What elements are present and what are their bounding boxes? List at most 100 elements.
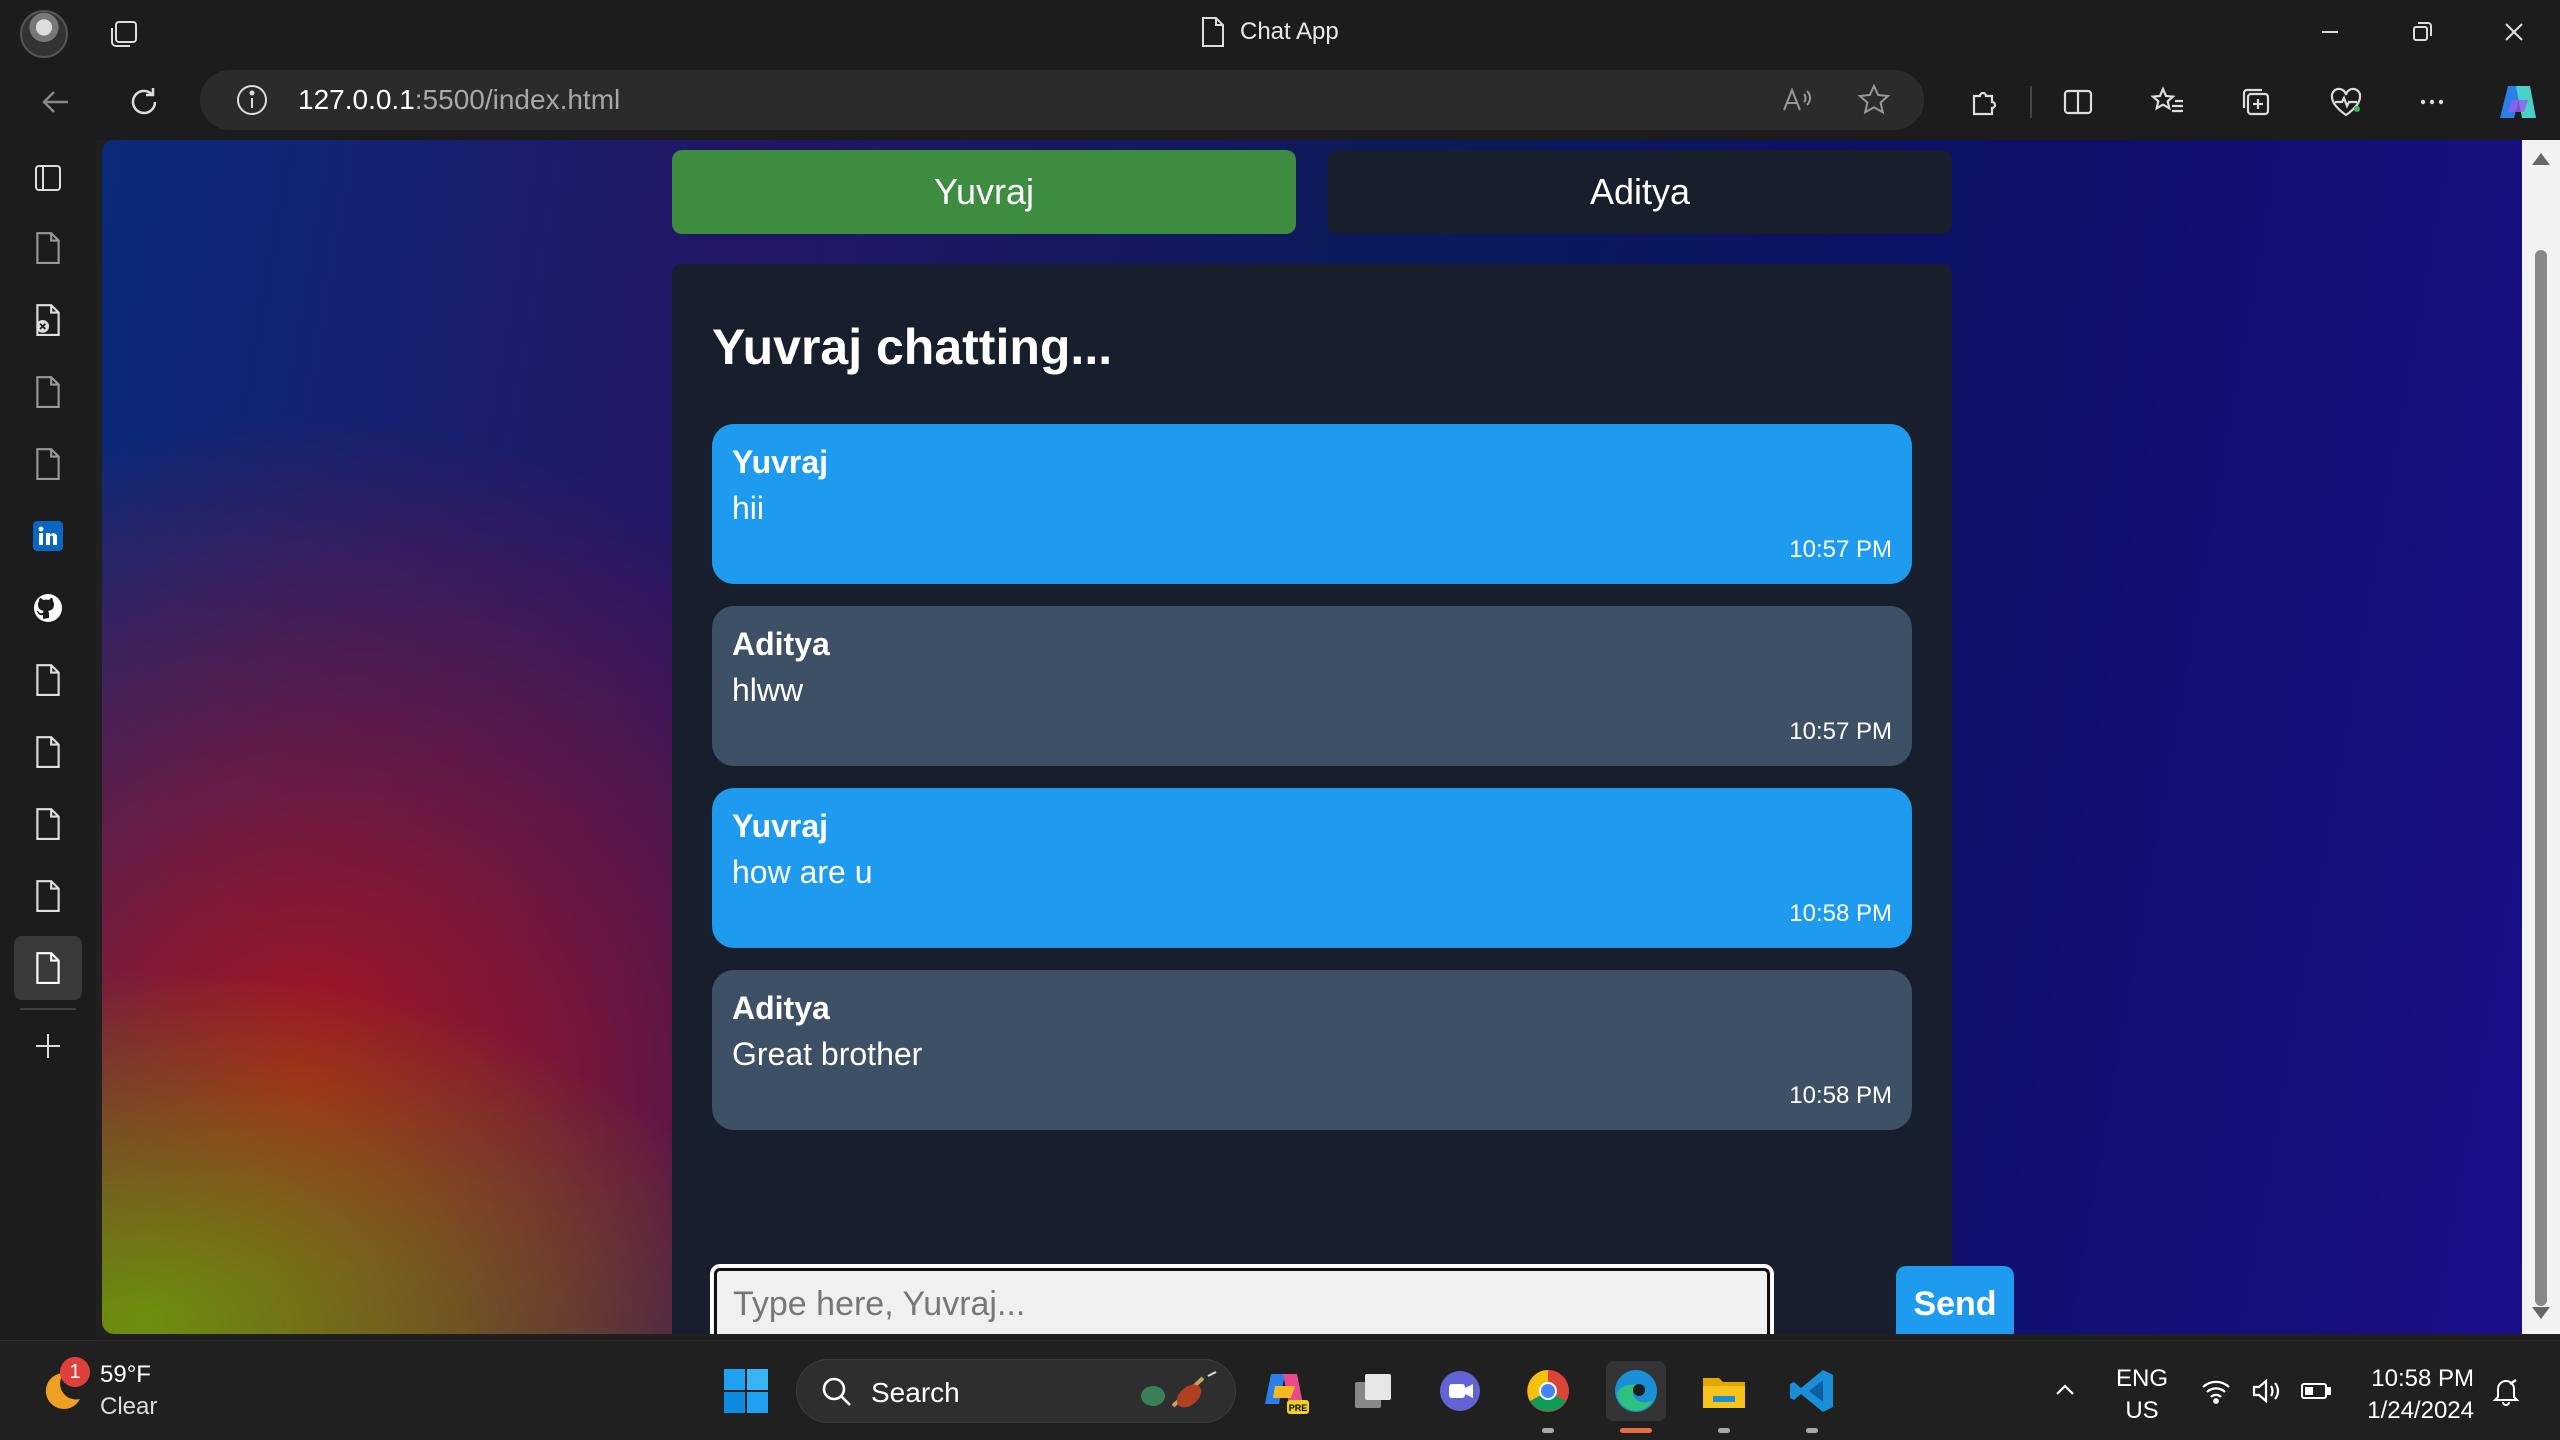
url-text[interactable]: 127.0.0.1:5500/index.html bbox=[298, 84, 620, 116]
collections-icon[interactable] bbox=[2236, 82, 2276, 122]
message-sender: Aditya bbox=[732, 626, 830, 662]
favorite-star-icon[interactable] bbox=[1856, 82, 1892, 118]
close-icon[interactable] bbox=[2494, 12, 2534, 52]
new-tab-plus-icon[interactable] bbox=[26, 1024, 70, 1068]
windows-taskbar: 1 59°F Clear Search PRE ENG US 10:58 PM … bbox=[0, 1340, 2560, 1440]
more-options-icon[interactable] bbox=[2412, 82, 2452, 122]
tab-actions-icon[interactable] bbox=[106, 16, 142, 52]
tab-document-active-icon[interactable] bbox=[14, 936, 82, 1000]
tab-document-close-icon[interactable] bbox=[26, 298, 70, 342]
search-label: Search bbox=[871, 1377, 960, 1408]
windows-logo-icon bbox=[724, 1369, 768, 1413]
clock-time: 10:58 PM bbox=[2371, 1365, 2474, 1392]
tab-document-icon[interactable] bbox=[26, 802, 70, 846]
site-info-icon[interactable] bbox=[234, 82, 270, 118]
taskbar-file-explorer[interactable] bbox=[1694, 1361, 1754, 1433]
taskbar-task-view[interactable] bbox=[1344, 1361, 1404, 1421]
message-time: 10:58 PM bbox=[1789, 900, 1892, 927]
taskbar-chrome[interactable] bbox=[1518, 1361, 1578, 1433]
search-icon bbox=[822, 1377, 851, 1406]
weather-temperature[interactable]: 59°F bbox=[100, 1361, 151, 1389]
copilot-pre-icon: PRE bbox=[1265, 1374, 1309, 1414]
language-code: ENG bbox=[2116, 1365, 2169, 1392]
read-aloud-icon[interactable] bbox=[1778, 82, 1814, 118]
profile-avatar[interactable] bbox=[20, 10, 68, 58]
extensions-icon[interactable] bbox=[1964, 82, 2004, 122]
clock-date: 1/24/2024 bbox=[2367, 1397, 2474, 1424]
message-bubble: Yuvraj hii 10:57 PM bbox=[712, 424, 1912, 584]
user-tab-aditya[interactable]: Aditya bbox=[1328, 150, 1952, 234]
scrollbar-thumb[interactable] bbox=[2535, 250, 2547, 1306]
task-view-icon bbox=[1355, 1374, 1391, 1408]
browser-title-bar: Chat App bbox=[0, 0, 2560, 64]
message-text: hlww bbox=[732, 672, 804, 708]
tab-document-icon[interactable] bbox=[26, 730, 70, 774]
chevron-up-icon[interactable] bbox=[2050, 1375, 2080, 1405]
sidebar-toggle-icon[interactable] bbox=[26, 156, 70, 200]
system-clock[interactable]: 10:58 PM 1/24/2024 bbox=[2350, 1363, 2474, 1427]
refresh-icon[interactable] bbox=[124, 82, 164, 122]
message-bubble: Yuvraj how are u 10:58 PM bbox=[712, 788, 1912, 948]
tab-document-icon[interactable] bbox=[26, 370, 70, 414]
volume-icon[interactable] bbox=[2250, 1375, 2282, 1407]
wifi-icon[interactable] bbox=[2200, 1375, 2232, 1407]
folder-icon bbox=[1703, 1378, 1745, 1408]
page-scrollbar[interactable] bbox=[2522, 140, 2560, 1334]
svg-text:PRE: PRE bbox=[1289, 1403, 1308, 1413]
app-running-indicator bbox=[1718, 1428, 1730, 1433]
window-title: Chat App bbox=[1200, 14, 1339, 50]
send-button[interactable]: Send bbox=[1896, 1266, 2014, 1334]
taskbar-copilot-pre[interactable]: PRE bbox=[1256, 1361, 1316, 1421]
tab-document-icon[interactable] bbox=[26, 658, 70, 702]
chat-heading: Yuvraj chatting... bbox=[712, 319, 1113, 375]
tab-document-icon[interactable] bbox=[26, 442, 70, 486]
address-bar[interactable]: 127.0.0.1:5500/index.html bbox=[200, 70, 1924, 130]
url-host: 127.0.0.1 bbox=[298, 84, 415, 115]
region-code: US bbox=[2125, 1397, 2159, 1424]
copilot-icon[interactable] bbox=[2494, 78, 2542, 126]
restore-icon[interactable] bbox=[2402, 12, 2442, 52]
minimize-icon[interactable] bbox=[2310, 12, 2350, 52]
browser-essentials-icon[interactable] bbox=[2326, 82, 2366, 122]
edge-icon bbox=[1615, 1370, 1657, 1412]
vscode-icon bbox=[1790, 1370, 1833, 1412]
battery-icon[interactable] bbox=[2300, 1375, 2332, 1407]
language-indicator[interactable]: ENG US bbox=[2116, 1363, 2168, 1427]
weather-notification-badge: 1 bbox=[60, 1357, 90, 1387]
message-time: 10:58 PM bbox=[1789, 1082, 1892, 1109]
message-sender: Yuvraj bbox=[732, 808, 829, 844]
taskbar-edge[interactable] bbox=[1606, 1361, 1666, 1433]
vertical-tabs-sidebar bbox=[0, 140, 96, 1340]
tab-github-icon[interactable] bbox=[26, 586, 70, 630]
back-arrow-icon[interactable] bbox=[36, 82, 76, 122]
window-title-text: Chat App bbox=[1240, 18, 1339, 45]
app-running-indicator bbox=[1806, 1428, 1818, 1433]
taskbar-vscode[interactable] bbox=[1782, 1361, 1842, 1433]
message-text: how are u bbox=[732, 854, 873, 890]
tab-document-icon[interactable] bbox=[26, 226, 70, 270]
scroll-down-arrow-icon[interactable] bbox=[2530, 1304, 2552, 1322]
scroll-up-arrow-icon[interactable] bbox=[2530, 150, 2552, 168]
tab-linkedin-icon[interactable] bbox=[26, 514, 70, 558]
search-highlight-violin-icon bbox=[1141, 1371, 1217, 1408]
start-button[interactable] bbox=[716, 1361, 776, 1421]
message-input[interactable] bbox=[710, 1264, 1774, 1334]
message-time: 10:57 PM bbox=[1789, 718, 1892, 745]
split-screen-icon[interactable] bbox=[2058, 82, 2098, 122]
user-tab-yuvraj[interactable]: Yuvraj bbox=[672, 150, 1296, 234]
favorites-icon[interactable] bbox=[2148, 82, 2188, 122]
taskbar-search[interactable]: Search bbox=[796, 1359, 1236, 1423]
sidebar-separator bbox=[20, 1008, 76, 1010]
taskbar-teams[interactable] bbox=[1430, 1361, 1490, 1421]
message-time: 10:57 PM bbox=[1789, 536, 1892, 563]
url-path: :5500/index.html bbox=[414, 84, 621, 115]
browser-toolbar: 127.0.0.1:5500/index.html bbox=[0, 64, 2560, 140]
message-bubble: Aditya Great brother 10:58 PM bbox=[712, 970, 1912, 1130]
toolbar-separator bbox=[2030, 86, 2032, 118]
notifications-bell-icon[interactable] bbox=[2490, 1375, 2522, 1407]
weather-condition[interactable]: Clear bbox=[100, 1393, 157, 1421]
teams-chat-icon bbox=[1440, 1371, 1480, 1411]
message-text: hii bbox=[732, 490, 765, 526]
app-active-indicator bbox=[1620, 1428, 1652, 1433]
tab-document-icon[interactable] bbox=[26, 874, 70, 918]
